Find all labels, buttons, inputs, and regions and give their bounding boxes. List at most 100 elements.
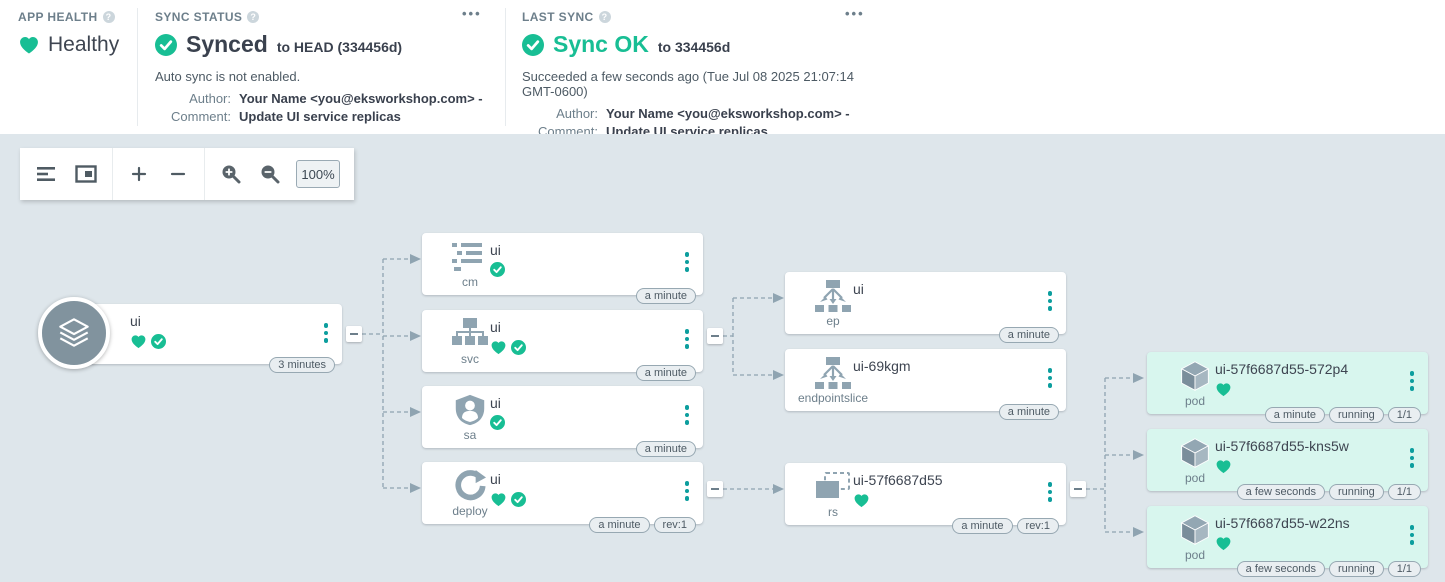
graph-toolbar: 100%	[20, 148, 354, 200]
endpointslice-icon	[815, 357, 851, 389]
sync-status-panel: SYNC STATUS Synced to HEAD (334456d) Aut…	[155, 10, 485, 124]
node-menu-button[interactable]	[1408, 369, 1417, 393]
node-title: ui	[853, 281, 864, 297]
help-icon[interactable]	[103, 11, 115, 23]
auto-sync-note: Auto sync is not enabled.	[155, 69, 485, 84]
collapse-children-button[interactable]	[1070, 481, 1086, 497]
header-divider	[137, 8, 138, 126]
synced-check-icon	[490, 415, 505, 430]
node-kind-label: rs	[828, 505, 838, 519]
synced-check-icon	[490, 262, 505, 277]
last-sync-revision[interactable]: to 334456d	[658, 39, 730, 55]
node-menu-button[interactable]	[683, 327, 692, 351]
node-endpointslice[interactable]: endpointslice ui-69kgm a minute	[785, 349, 1066, 411]
node-pod-3[interactable]: pod ui-57f6687d55-w22ns a few seconds ru…	[1147, 506, 1428, 568]
resource-tree-canvas[interactable]: 100% ui 3 minutes cm ui	[0, 134, 1445, 582]
pod-icon	[1177, 437, 1213, 469]
node-menu-button[interactable]	[1046, 366, 1055, 390]
healthy-heart-icon	[490, 491, 507, 508]
age-badge: a few seconds	[1237, 561, 1325, 577]
node-service[interactable]: svc ui a minute	[422, 310, 703, 372]
sync-status-value: Synced	[186, 31, 268, 58]
node-replicaset[interactable]: rs ui-57f6687d55 a minute rev:1	[785, 463, 1066, 525]
pod-icon	[1177, 360, 1213, 392]
node-title: ui	[490, 471, 501, 487]
zoom-in-button[interactable]	[126, 159, 152, 189]
node-pod-2[interactable]: pod ui-57f6687d55-kns5w a few seconds ru…	[1147, 429, 1428, 491]
status-badge: running	[1329, 561, 1384, 577]
collapse-children-button[interactable]	[707, 328, 723, 344]
age-badge: a minute	[636, 365, 696, 381]
status-badge: running	[1329, 484, 1384, 500]
node-title: ui	[130, 313, 141, 329]
zoom-out-button[interactable]	[165, 159, 191, 189]
sync-ok-check-icon	[522, 34, 544, 56]
node-application-root[interactable]: ui 3 minutes	[72, 304, 342, 364]
magnify-minus-icon[interactable]	[257, 159, 283, 189]
node-title: ui	[490, 395, 501, 411]
node-menu-button[interactable]	[1046, 480, 1055, 504]
replicaset-icon	[815, 471, 851, 503]
node-menu-button[interactable]	[322, 321, 331, 345]
fit-to-view-icon[interactable]	[73, 159, 99, 189]
graph-layout-icon[interactable]	[34, 159, 60, 189]
node-pod-1[interactable]: pod ui-57f6687d55-572p4 a minute running…	[1147, 352, 1428, 414]
last-sync-label-text: LAST SYNC	[522, 10, 594, 24]
node-menu-button[interactable]	[683, 479, 692, 503]
sync-status-menu-button[interactable]	[462, 6, 482, 21]
node-endpoints[interactable]: ep ui a minute	[785, 272, 1066, 334]
comment-label: Comment:	[155, 109, 231, 124]
age-badge: a minute	[589, 517, 649, 533]
help-icon[interactable]	[247, 11, 259, 23]
node-title: ui	[490, 319, 501, 335]
service-icon	[452, 318, 488, 350]
node-kind-label: svc	[461, 352, 479, 366]
author-value: Your Name <you@eksworkshop.com> -	[239, 91, 485, 106]
app-health-label: APP HEALTH	[18, 10, 119, 24]
node-menu-button[interactable]	[1408, 446, 1417, 470]
argocd-application-view: APP HEALTH Healthy SYNC STATUS Synced to…	[0, 0, 1445, 582]
collapse-children-button[interactable]	[346, 326, 362, 342]
synced-check-icon	[151, 334, 166, 349]
age-badge: a minute	[636, 441, 696, 457]
age-badge: 3 minutes	[269, 357, 335, 373]
node-kind-label: sa	[464, 428, 477, 442]
synced-check-icon	[155, 34, 177, 56]
node-serviceaccount[interactable]: sa ui a minute	[422, 386, 703, 448]
app-health-value: Healthy	[48, 33, 119, 57]
node-title: ui-57f6687d55-572p4	[1215, 361, 1348, 377]
revision-badge: rev:1	[654, 517, 696, 533]
serviceaccount-icon	[452, 394, 488, 426]
node-menu-button[interactable]	[1408, 523, 1417, 547]
sync-status-label: SYNC STATUS	[155, 10, 485, 24]
ready-badge: 1/1	[1388, 561, 1421, 577]
collapse-children-button[interactable]	[707, 481, 723, 497]
node-menu-button[interactable]	[683, 403, 692, 427]
node-kind-label: pod	[1185, 548, 1205, 562]
healthy-heart-icon	[1215, 458, 1232, 475]
magnify-plus-icon[interactable]	[218, 159, 244, 189]
last-sync-menu-button[interactable]	[845, 6, 865, 21]
last-sync-label: LAST SYNC	[522, 10, 882, 24]
node-title: ui-69kgm	[853, 358, 911, 374]
help-icon[interactable]	[599, 11, 611, 23]
node-menu-button[interactable]	[683, 250, 692, 274]
comment-value: Update UI service replicas	[239, 109, 485, 124]
endpoints-icon	[815, 280, 851, 312]
age-badge: a minute	[999, 327, 1059, 343]
node-title: ui-57f6687d55-kns5w	[1215, 438, 1349, 454]
healthy-heart-icon	[853, 492, 870, 509]
sync-revision[interactable]: to HEAD (334456d)	[277, 39, 402, 55]
node-configmap[interactable]: cm ui a minute	[422, 233, 703, 295]
node-kind-label: deploy	[452, 504, 487, 518]
node-deployment[interactable]: deploy ui a minute rev:1	[422, 462, 703, 524]
healthy-heart-icon	[1215, 535, 1232, 552]
node-title: ui	[490, 242, 501, 258]
author-label: Author:	[155, 91, 231, 106]
node-kind-label: pod	[1185, 471, 1205, 485]
node-menu-button[interactable]	[1046, 289, 1055, 313]
deployment-icon	[452, 470, 488, 502]
zoom-level-display[interactable]: 100%	[296, 160, 340, 188]
status-header: APP HEALTH Healthy SYNC STATUS Synced to…	[0, 0, 1445, 134]
app-health-panel: APP HEALTH Healthy	[18, 10, 119, 57]
